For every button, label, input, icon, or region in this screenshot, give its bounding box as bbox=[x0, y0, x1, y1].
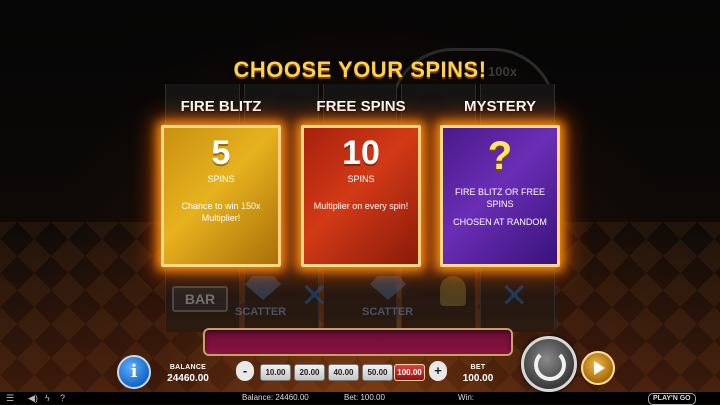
bell-symbol-icon bbox=[440, 276, 466, 306]
game-scene: 100x BAR SCATTER ✕ SCATTER ✕ CHOOSE YOUR… bbox=[0, 0, 720, 392]
x-symbol-icon: ✕ bbox=[500, 277, 529, 315]
option-mystery[interactable]: MYSTERY ? FIRE BLITZ OR FREE SPINS CHOSE… bbox=[440, 95, 560, 267]
scatter-symbol: SCATTER bbox=[362, 306, 414, 318]
option-free-spins[interactable]: FREE SPINS 10 SPINS Multiplier on every … bbox=[301, 95, 421, 267]
mystery-card[interactable]: ? FIRE BLITZ OR FREE SPINS CHOSEN AT RAN… bbox=[440, 125, 560, 267]
status-bet: Bet: 100.00 bbox=[344, 393, 385, 402]
choose-spins-title: CHOOSE YOUR SPINS! bbox=[233, 57, 487, 82]
scatter-symbol: SCATTER bbox=[235, 306, 287, 318]
decrease-bet-button[interactable]: - bbox=[236, 361, 254, 381]
question-mark-icon: ? bbox=[487, 134, 513, 178]
balance-label: BALANCE bbox=[169, 364, 207, 371]
option-name: FIRE BLITZ bbox=[180, 98, 262, 115]
fire-blitz-card[interactable]: 5 SPINS Chance to win 150x Multiplier! bbox=[161, 125, 281, 267]
option-description: Multiplier on every spin! bbox=[313, 201, 409, 211]
autoplay-play-icon bbox=[594, 361, 605, 375]
bet-option[interactable]: 50.00 bbox=[362, 364, 393, 381]
status-bar: ☰ ◀) ϟ ? Balance: 24460.00 Bet: 100.00 W… bbox=[0, 392, 720, 405]
bet-option[interactable]: 40.00 bbox=[328, 364, 359, 381]
option-description-2: CHOSEN AT RANDOM bbox=[453, 217, 547, 227]
status-balance: Balance: 24460.00 bbox=[242, 393, 309, 402]
autoplay-button[interactable] bbox=[581, 351, 615, 385]
sound-icon[interactable]: ◀) bbox=[28, 392, 38, 404]
x-symbol-icon: ✕ bbox=[300, 277, 329, 315]
message-bar bbox=[203, 328, 513, 356]
bet-option[interactable]: 20.00 bbox=[294, 364, 325, 381]
info-button[interactable]: i bbox=[117, 355, 151, 389]
spins-label: SPINS bbox=[347, 174, 375, 184]
option-description: Chance to win 150x Multiplier! bbox=[181, 201, 261, 223]
option-name: FREE SPINS bbox=[316, 98, 406, 115]
bet-display: BET 100.00 bbox=[456, 364, 500, 384]
turbo-icon[interactable]: ϟ bbox=[45, 392, 50, 404]
bet-option[interactable]: 10.00 bbox=[260, 364, 291, 381]
spins-count: 10 bbox=[342, 134, 380, 172]
option-description: FIRE BLITZ OR FREE SPINS bbox=[454, 187, 545, 209]
spin-button[interactable] bbox=[521, 336, 577, 392]
option-name: MYSTERY bbox=[464, 98, 536, 115]
provider-logo: PLAY'N GO bbox=[648, 393, 696, 405]
spins-label: SPINS bbox=[207, 174, 235, 184]
spins-count: 5 bbox=[211, 134, 231, 172]
balance-display: BALANCE 24460.00 bbox=[160, 364, 216, 384]
option-fire-blitz[interactable]: FIRE BLITZ 5 SPINS Chance to win 150x Mu… bbox=[161, 95, 281, 267]
free-spins-card[interactable]: 10 SPINS Multiplier on every spin! bbox=[301, 125, 421, 267]
bet-value: 100.00 bbox=[462, 373, 494, 384]
menu-icon[interactable]: ☰ bbox=[6, 392, 14, 404]
status-win: Win: bbox=[458, 393, 474, 402]
bet-option-selected[interactable]: 100.00 bbox=[394, 364, 425, 381]
bar-symbol: BAR bbox=[172, 286, 228, 312]
balance-value: 24460.00 bbox=[167, 373, 209, 384]
bet-label: BET bbox=[470, 364, 486, 371]
increase-bet-button[interactable]: + bbox=[429, 361, 447, 381]
spin-arrows-icon bbox=[534, 349, 566, 381]
help-icon[interactable]: ? bbox=[60, 392, 65, 404]
